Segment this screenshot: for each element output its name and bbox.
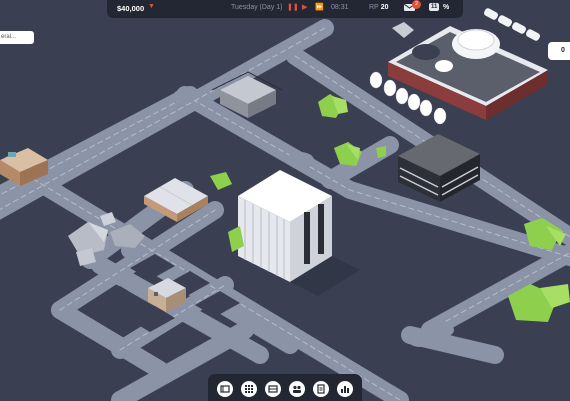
build-icon[interactable] — [217, 381, 233, 397]
tax-rate-suffix: % — [443, 4, 450, 11]
right-info-panel[interactable]: 0 — [548, 42, 570, 60]
zones-icon[interactable] — [241, 381, 257, 397]
top-hud-bar: $40,000 ▼ Tuesday (Day 1) ❚❚ ▶ ⏩ 08:31 R… — [107, 0, 463, 18]
day-display: Tuesday (Day 1) — [231, 4, 283, 11]
plans-icon[interactable] — [265, 381, 281, 397]
money-display[interactable]: $40,000 — [117, 4, 144, 13]
city-map[interactable] — [0, 0, 570, 401]
play-icon[interactable]: ▶ — [302, 3, 307, 11]
rp-value: 20 — [380, 4, 389, 11]
left-info-panel[interactable]: eral... — [0, 31, 34, 44]
tax-rate-value[interactable]: 11 — [429, 3, 440, 11]
bottom-toolbar — [208, 374, 362, 401]
contracts-icon[interactable] — [313, 381, 329, 397]
notification-badge: 2 — [412, 0, 421, 9]
staff-icon[interactable] — [289, 381, 305, 397]
stats-icon[interactable] — [337, 381, 353, 397]
pause-icon[interactable]: ❚❚ — [287, 3, 299, 11]
rp-label: RP — [369, 4, 379, 11]
money-trend-icon: ▼ — [148, 3, 155, 10]
research-points: RP 20 — [369, 4, 389, 11]
fast-forward-icon[interactable]: ⏩ — [315, 3, 324, 11]
clock-display: 08:31 — [331, 4, 349, 11]
